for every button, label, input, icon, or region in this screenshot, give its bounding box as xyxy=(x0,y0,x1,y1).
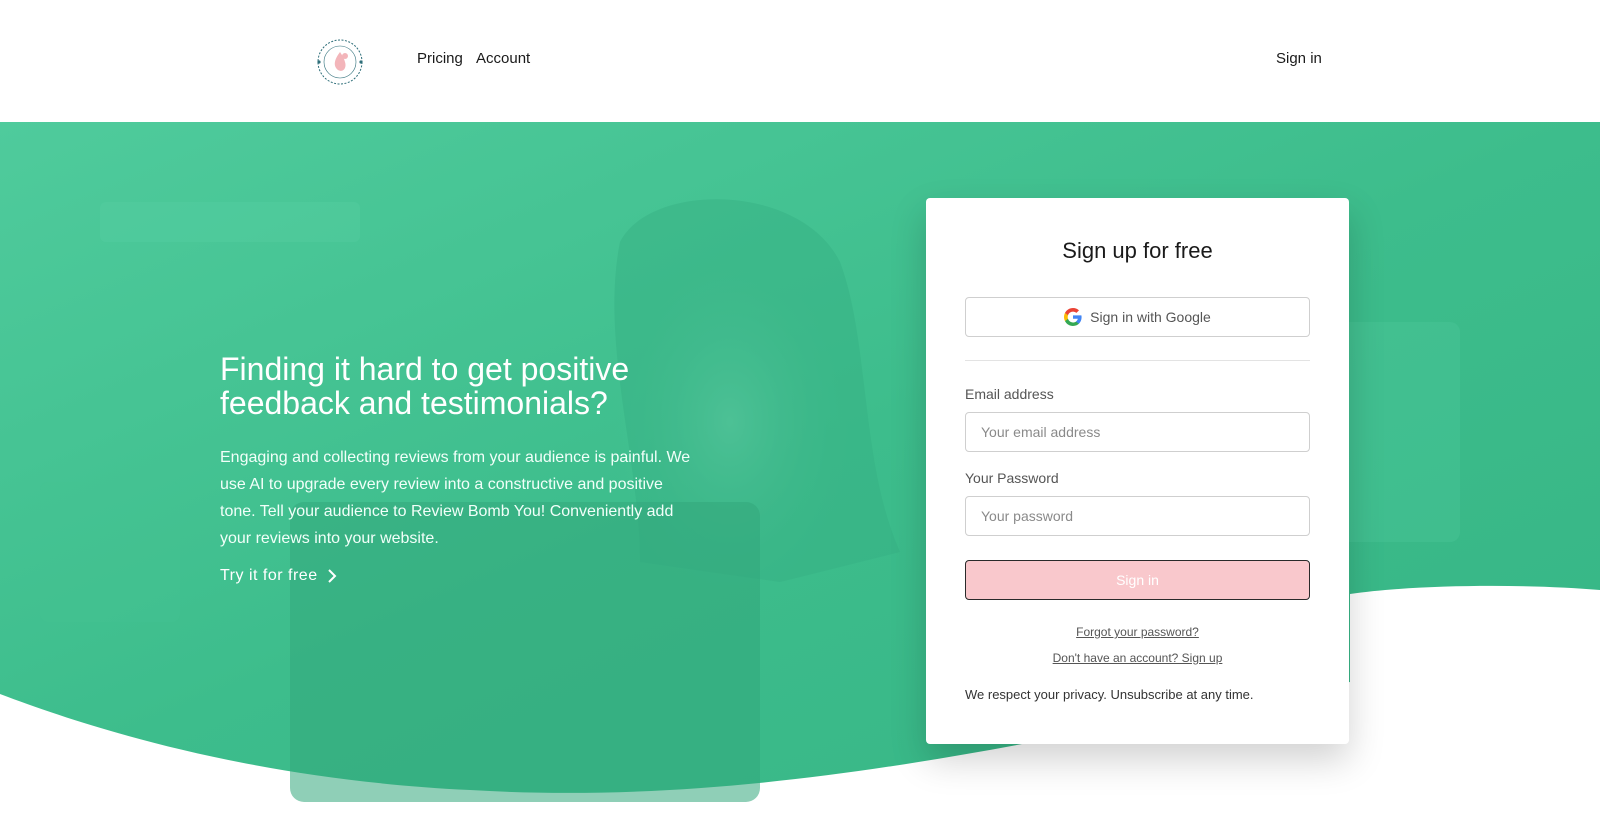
email-label: Email address xyxy=(965,386,1054,402)
divider xyxy=(965,360,1310,361)
nav-account[interactable]: Account xyxy=(476,50,530,67)
signup-link[interactable]: Don't have an account? Sign up xyxy=(926,651,1349,665)
signin-button[interactable]: Sign in xyxy=(965,560,1310,600)
signup-title: Sign up for free xyxy=(1062,238,1213,263)
google-icon xyxy=(1064,308,1082,326)
header-signin-link[interactable]: Sign in xyxy=(1276,50,1322,67)
password-label: Your Password xyxy=(965,470,1059,486)
google-signin-label: Sign in with Google xyxy=(1090,309,1211,325)
brand-logo[interactable] xyxy=(314,36,366,88)
signup-card: Sign up for free Sign in with Google Ema… xyxy=(926,198,1349,744)
site-header: Pricing Account Sign in xyxy=(0,0,1600,122)
email-field[interactable] xyxy=(965,412,1310,452)
chevron-right-icon xyxy=(327,569,337,583)
forgot-password-link[interactable]: Forgot your password? xyxy=(926,625,1349,639)
hero-description: Engaging and collecting reviews from you… xyxy=(220,449,691,547)
try-free-link[interactable]: Try it for free xyxy=(220,567,338,585)
password-field[interactable] xyxy=(965,496,1310,536)
nav-pricing[interactable]: Pricing xyxy=(417,50,463,67)
privacy-note: We respect your privacy. Unsubscribe at … xyxy=(965,687,1254,702)
try-free-label: Try it for free xyxy=(220,567,318,584)
google-signin-button[interactable]: Sign in with Google xyxy=(965,297,1310,337)
hero-title: Finding it hard to get positive feedback… xyxy=(220,351,630,421)
hero-section: Finding it hard to get positive feedback… xyxy=(0,122,1600,834)
